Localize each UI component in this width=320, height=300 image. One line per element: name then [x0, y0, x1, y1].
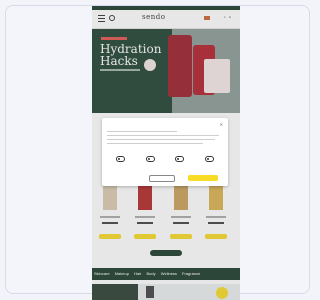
toggle-switch[interactable] — [116, 156, 126, 162]
cookie-toggle — [175, 152, 185, 162]
cookie-consent-modal: ✕ — [102, 118, 228, 186]
toggle-switch[interactable] — [204, 156, 214, 162]
cookie-text-line — [107, 143, 203, 144]
cookie-text-line — [107, 139, 215, 140]
cookie-text-line — [107, 135, 219, 136]
cookie-text-line — [107, 131, 177, 132]
cookie-toggle — [116, 152, 126, 162]
close-icon[interactable]: ✕ — [220, 122, 223, 127]
toggle-switch[interactable] — [145, 156, 155, 162]
toggle-switch[interactable] — [175, 156, 185, 162]
decline-button[interactable] — [149, 175, 175, 182]
mobile-page: sendo ◦▫ Hydration Hacks Skincare Makeup… — [92, 6, 240, 300]
cookie-toggle — [145, 152, 155, 162]
cookie-toggles — [106, 152, 224, 162]
cookie-toggle — [204, 152, 214, 162]
accept-button[interactable] — [188, 175, 218, 181]
